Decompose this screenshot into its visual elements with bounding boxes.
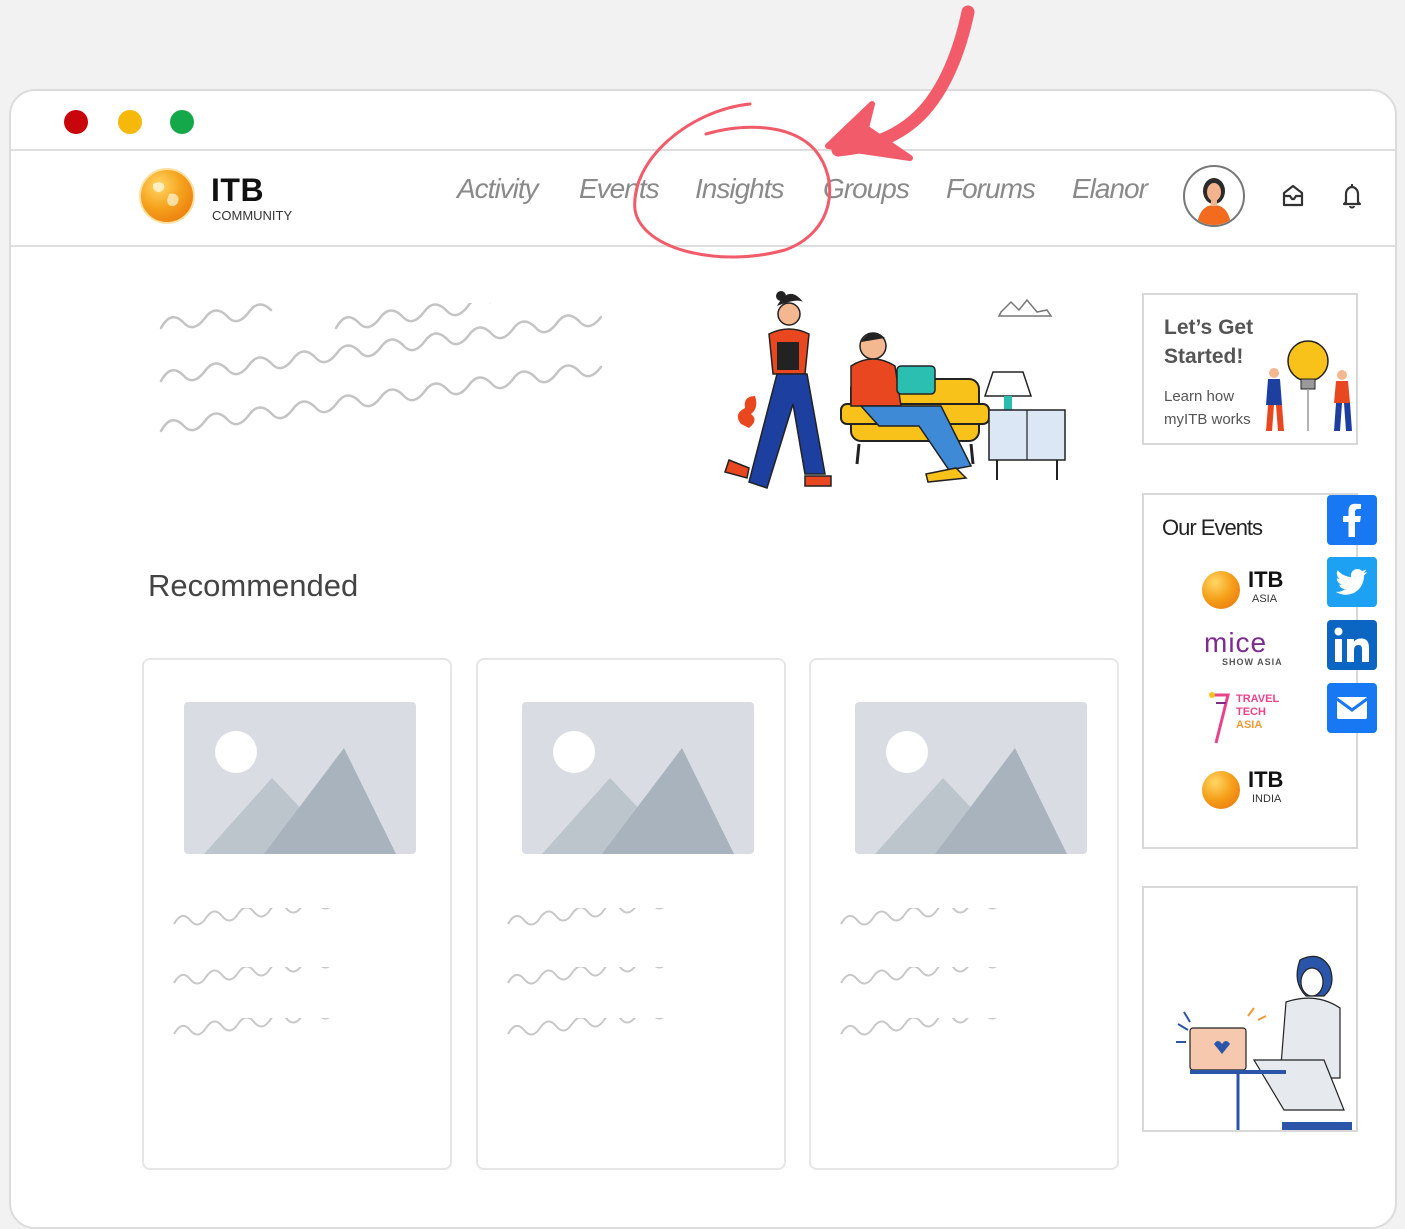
hero-illustration bbox=[724, 291, 1066, 489]
our-events-card: Our Events ITB ASIA mice SHOW ASIA TRAVE… bbox=[1142, 493, 1358, 849]
text-placeholder bbox=[507, 908, 664, 926]
browser-window: ITB COMMUNITY Activity Events Insights G… bbox=[9, 89, 1397, 1229]
text-placeholder bbox=[173, 908, 330, 926]
twitter-icon bbox=[1327, 557, 1377, 607]
facebook-icon bbox=[1327, 495, 1377, 545]
recommended-card[interactable] bbox=[809, 658, 1119, 1170]
linkedin-icon bbox=[1327, 620, 1377, 670]
nav-insights[interactable]: Insights bbox=[695, 173, 784, 205]
event-mice-sub: SHOW ASIA bbox=[1222, 657, 1283, 667]
recommended-card[interactable] bbox=[476, 658, 786, 1170]
recommended-card[interactable] bbox=[142, 658, 452, 1170]
get-started-sub-line2: myITB works bbox=[1164, 411, 1251, 428]
nav-forums[interactable]: Forums bbox=[946, 173, 1036, 205]
get-started-card[interactable]: Let’s Get Started! Learn how myITB works bbox=[1142, 293, 1358, 445]
event-itb-asia-sub: ASIA bbox=[1252, 593, 1278, 605]
event-itb-asia-label: ITB bbox=[1248, 567, 1284, 592]
email-icon bbox=[1327, 683, 1377, 733]
event-itb-asia[interactable]: ITB ASIA bbox=[1202, 567, 1312, 611]
facebook-share-button[interactable] bbox=[1327, 495, 1377, 545]
bell-icon[interactable] bbox=[1338, 181, 1366, 211]
nav-groups[interactable]: Groups bbox=[823, 173, 910, 205]
get-started-title-line1: Let’s Get bbox=[1164, 316, 1254, 339]
get-started-sub-line1: Learn how bbox=[1164, 388, 1235, 405]
close-window-button[interactable] bbox=[64, 110, 88, 134]
recommended-heading: Recommended bbox=[148, 568, 359, 603]
text-placeholder bbox=[173, 967, 330, 985]
event-mice-show-asia[interactable]: mice SHOW ASIA bbox=[1202, 627, 1312, 671]
top-navbar: ITB COMMUNITY Activity Events Insights G… bbox=[11, 149, 1395, 247]
globe-icon bbox=[1202, 771, 1240, 809]
text-placeholder bbox=[507, 967, 664, 985]
nav-profile-name[interactable]: Elanor bbox=[1072, 173, 1148, 205]
get-started-subtitle: Learn how myITB works bbox=[1164, 385, 1251, 431]
event-itb-india[interactable]: ITB INDIA bbox=[1202, 767, 1312, 811]
text-placeholder bbox=[173, 1018, 330, 1036]
minimize-window-button[interactable] bbox=[118, 110, 142, 134]
event-travel-tech-asia[interactable]: TRAVEL TECH ASIA bbox=[1202, 691, 1312, 747]
itb-globe-logo[interactable] bbox=[139, 168, 195, 224]
text-placeholder bbox=[507, 1018, 664, 1036]
globe-icon bbox=[153, 182, 179, 207]
email-share-button[interactable] bbox=[1327, 683, 1377, 733]
image-placeholder-icon bbox=[522, 702, 754, 854]
linkedin-share-button[interactable] bbox=[1327, 620, 1377, 670]
promo-illustration-card bbox=[1142, 886, 1358, 1132]
event-itb-india-label: ITB bbox=[1248, 767, 1284, 792]
twitter-share-button[interactable] bbox=[1327, 557, 1377, 607]
travel-tech-logo-icon bbox=[1209, 692, 1230, 744]
text-placeholder bbox=[840, 908, 997, 926]
user-avatar[interactable] bbox=[1183, 165, 1245, 227]
lightbulb-people-illustration bbox=[1266, 340, 1352, 431]
nav-events[interactable]: Events bbox=[579, 173, 660, 205]
user-portrait-icon bbox=[1197, 178, 1231, 225]
person-laptop-illustration bbox=[1176, 955, 1352, 1130]
image-placeholder-icon bbox=[184, 702, 416, 854]
event-travel-tech-line2: TECH bbox=[1236, 706, 1266, 718]
nav-activity[interactable]: Activity bbox=[457, 173, 539, 205]
inbox-icon[interactable] bbox=[1279, 181, 1307, 211]
event-travel-tech-line1: TRAVEL bbox=[1236, 693, 1280, 705]
globe-icon bbox=[1202, 571, 1240, 609]
get-started-title: Let’s Get Started! bbox=[1164, 313, 1253, 371]
brand-subtitle: COMMUNITY bbox=[212, 208, 293, 223]
text-placeholder bbox=[840, 1018, 997, 1036]
hero-text-placeholder bbox=[159, 303, 603, 433]
image-placeholder-icon bbox=[855, 702, 1087, 854]
event-itb-india-sub: INDIA bbox=[1252, 793, 1282, 805]
event-mice-label: mice bbox=[1204, 627, 1268, 658]
our-events-title: Our Events bbox=[1162, 515, 1263, 540]
brand-name[interactable]: ITB bbox=[211, 172, 264, 209]
event-travel-tech-line3: ASIA bbox=[1236, 719, 1263, 731]
get-started-title-line2: Started! bbox=[1164, 345, 1244, 368]
text-placeholder bbox=[840, 967, 997, 985]
window-titlebar bbox=[11, 91, 1395, 151]
maximize-window-button[interactable] bbox=[170, 110, 194, 134]
